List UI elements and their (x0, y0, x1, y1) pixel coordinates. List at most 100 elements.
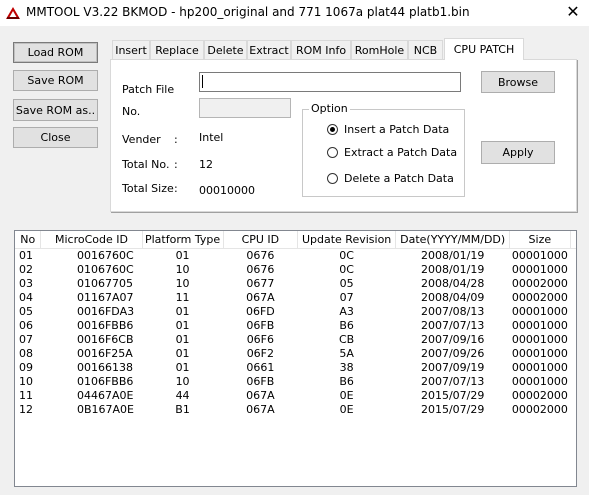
cell-platform-type: 01 (175, 332, 190, 346)
cell-update-revision: B6 (339, 374, 354, 388)
column-header-update-revision[interactable]: Update Revision (297, 231, 397, 249)
table-row[interactable]: 01 0016760C 01 0676 0C 2008/01/19 00001000 (15, 248, 576, 263)
tab-insert[interactable]: Insert (112, 40, 150, 59)
browse-button[interactable]: Browse (481, 71, 555, 93)
save-rom-button[interactable]: Save ROM (13, 70, 98, 91)
cell-date: 2015/07/29 (420, 388, 485, 402)
cell-microcode-id: 0106760C (76, 262, 134, 276)
column-header-platform-type[interactable]: Platform Type (142, 231, 224, 249)
cell-platform-type: 01 (175, 360, 190, 374)
cell-cpu-id: 067A (246, 388, 275, 402)
cell-update-revision: 05 (339, 276, 354, 290)
insert-patch-radio[interactable] (327, 124, 338, 135)
cell-cpu-id: 06F2 (246, 346, 275, 360)
column-header-cpu-id[interactable]: CPU ID (223, 231, 299, 249)
table-row[interactable]: 04 01167A07 11 067A 07 2008/04/09 00002000 (15, 291, 576, 305)
column-header-size[interactable]: Size (509, 231, 571, 249)
delete-patch-radio[interactable] (327, 173, 338, 184)
cell-cpu-id: 06FD (245, 304, 275, 318)
table-row[interactable]: 09 00166138 01 0661 38 2007/09/19 00001000 (15, 361, 576, 375)
total-no-label: Total No. (122, 158, 170, 171)
cell-platform-type: B1 (175, 402, 190, 416)
cell-microcode-id: 01167A07 (76, 290, 134, 304)
vender-label: Vender (122, 133, 161, 146)
tab-extract[interactable]: Extract (247, 40, 291, 59)
table-row[interactable]: 02 0106760C 10 0676 0C 2008/01/19 00001000 (15, 263, 576, 277)
cell-cpu-id: 06FB (246, 318, 275, 332)
cell-platform-type: 44 (175, 388, 190, 402)
cell-date: 2007/07/13 (420, 374, 485, 388)
column-header-microcode-id[interactable]: MicroCode ID (40, 231, 143, 249)
extract-patch-radio[interactable] (327, 147, 338, 158)
cell-size: 00002000 (511, 402, 568, 416)
cell-size: 00002000 (511, 290, 568, 304)
tab-ncb[interactable]: NCB (408, 40, 443, 59)
tab-rom-info[interactable]: ROM Info (291, 40, 351, 59)
cell-update-revision: 07 (339, 290, 354, 304)
cell-microcode-id: 04467A0E (76, 388, 134, 402)
cell-no: 11 (19, 388, 33, 402)
cell-microcode-id: 0016FDA3 (76, 304, 135, 318)
table-row[interactable]: 11 04467A0E 44 067A 0E 2015/07/29 00002000 (15, 389, 576, 403)
table-row[interactable]: 07 0016F6CB 01 06F6 CB 2007/09/16 00001000 (15, 333, 576, 347)
cell-microcode-id: 0016FBB6 (76, 318, 134, 332)
cell-cpu-id: 0661 (246, 360, 275, 374)
no-input[interactable] (199, 98, 291, 118)
no-label: No. (122, 105, 141, 118)
extract-patch-label[interactable]: Extract a Patch Data (344, 146, 457, 159)
tab-delete[interactable]: Delete (204, 40, 247, 59)
cell-platform-type: 10 (175, 276, 190, 290)
tab-cpu-patch[interactable]: CPU PATCH (444, 38, 524, 60)
title-bar: MMTOOL V3.22 BKMOD - hp200_original and … (0, 0, 589, 26)
insert-patch-label[interactable]: Insert a Patch Data (344, 123, 449, 136)
tab-replace[interactable]: Replace (150, 40, 204, 59)
cell-no: 01 (19, 248, 33, 262)
cell-date: 2008/04/09 (420, 290, 485, 304)
cell-no: 12 (19, 402, 33, 416)
cell-cpu-id: 0676 (246, 262, 275, 276)
cell-microcode-id: 00166138 (76, 360, 133, 374)
cell-no: 09 (19, 360, 33, 374)
load-rom-button[interactable]: Load ROM (13, 42, 98, 63)
cell-size: 00001000 (511, 332, 568, 346)
microcode-list[interactable]: No MicroCode ID Platform Type CPU ID Upd… (14, 230, 577, 487)
save-rom-as-button[interactable]: Save ROM as.. (13, 99, 98, 121)
cell-no: 08 (19, 346, 33, 360)
column-header-date[interactable]: Date(YYYY/MM/DD) (395, 231, 511, 249)
table-row[interactable]: 12 0B167A0E B1 067A 0E 2015/07/29 00002000 (15, 403, 576, 417)
total-size-label: Total Size (122, 182, 174, 195)
cell-cpu-id: 067A (246, 290, 275, 304)
close-window-button[interactable]: ✕ (562, 2, 584, 22)
table-row[interactable]: 03 01067705 10 0677 05 2008/04/28 00002000 (15, 277, 576, 291)
apply-button[interactable]: Apply (481, 141, 555, 164)
cell-no: 06 (19, 318, 33, 332)
table-body: 01 0016760C 01 0676 0C 2008/01/19 00001000 02 01… (15, 248, 576, 417)
patch-file-input[interactable] (199, 72, 461, 92)
cell-date: 2008/04/28 (420, 276, 485, 290)
radio-selected-dot (330, 127, 335, 132)
cell-microcode-id: 0016F25A (76, 346, 133, 360)
cell-update-revision: B6 (339, 318, 354, 332)
cell-platform-type: 11 (175, 290, 190, 304)
cell-no: 07 (19, 332, 33, 346)
option-legend: Option (309, 102, 350, 115)
cell-platform-type: 10 (175, 262, 190, 276)
table-row[interactable]: 10 0106FBB6 10 06FB B6 2007/07/13 00001000 (15, 375, 576, 389)
total-size-value: 00010000 (199, 184, 255, 197)
table-header-row: No MicroCode ID Platform Type CPU ID Upd… (15, 231, 576, 249)
cell-no: 04 (19, 290, 33, 304)
column-header-no[interactable]: No (15, 231, 42, 249)
close-rom-button[interactable]: Close (13, 127, 98, 148)
tab-romhole[interactable]: RomHole (351, 40, 408, 59)
table-row[interactable]: 05 0016FDA3 01 06FD A3 2007/08/13 00001000 (15, 305, 576, 319)
cell-size: 00002000 (511, 276, 568, 290)
cell-cpu-id: 0676 (246, 248, 275, 262)
cell-no: 03 (19, 276, 33, 290)
cell-cpu-id: 0677 (246, 276, 275, 290)
delete-patch-label[interactable]: Delete a Patch Data (344, 172, 454, 185)
table-row[interactable]: 06 0016FBB6 01 06FB B6 2007/07/13 00001000 (15, 319, 576, 333)
cell-cpu-id: 06FB (246, 374, 275, 388)
table-row[interactable]: 08 0016F25A 01 06F2 5A 2007/09/26 00001000 (15, 347, 576, 361)
cell-date: 2007/07/13 (420, 318, 485, 332)
cell-microcode-id: 0B167A0E (76, 402, 134, 416)
